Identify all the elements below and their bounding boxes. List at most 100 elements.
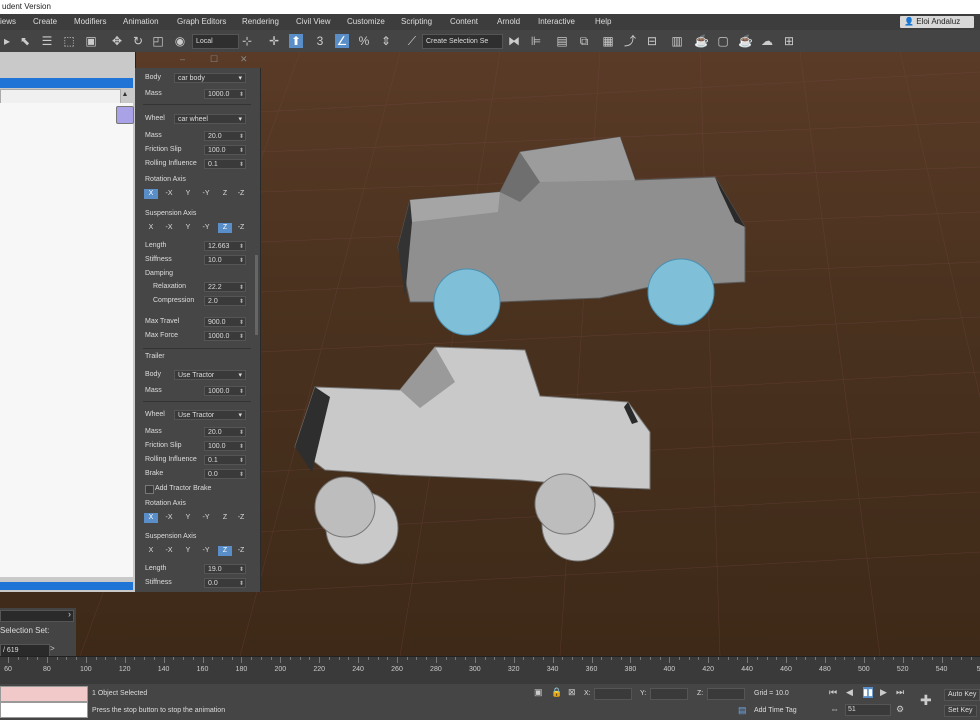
isolate-selection-icon[interactable]: ▣	[534, 687, 543, 698]
object-list[interactable]	[0, 103, 133, 577]
trailer-suspension-axis-y[interactable]: Y	[181, 546, 195, 556]
rotation-axis-neg-z[interactable]: -Z	[234, 189, 248, 199]
menu-civil-view[interactable]: Civil View	[296, 14, 331, 30]
rotation-axis-x[interactable]: X	[144, 189, 158, 199]
render-iterative-icon[interactable]: ☁	[760, 34, 774, 48]
render-setup-icon[interactable]: ☕	[694, 34, 709, 48]
max-travel-spinner[interactable]: 900.0	[204, 317, 246, 328]
window-crossing-icon[interactable]: ▣	[84, 34, 98, 48]
auto-key-button[interactable]: Auto Key	[944, 689, 980, 701]
max-force-spinner[interactable]: 1000.0	[204, 331, 246, 342]
previous-frame-icon[interactable]: ◀	[846, 687, 853, 698]
rotation-axis-neg-y[interactable]: -Y	[199, 189, 213, 199]
trailer-rotation-axis-neg-x[interactable]: -X	[162, 513, 176, 523]
render-activeshade-icon[interactable]: ⊞	[782, 34, 796, 48]
current-frame-field[interactable]: 51	[845, 704, 891, 716]
rotation-axis-z[interactable]: Z	[218, 189, 232, 199]
stop-icon[interactable]: ▮▮	[863, 687, 873, 698]
mirror-icon[interactable]: ⧓	[507, 34, 521, 48]
percent-snap-icon[interactable]: %	[357, 34, 371, 48]
snaps-toggle-icon[interactable]: 3	[313, 34, 327, 48]
menu-customize[interactable]: Customize	[347, 14, 385, 30]
x-coordinate-field[interactable]	[594, 688, 632, 700]
trailer-rotation-axis-y[interactable]: Y	[181, 513, 195, 523]
add-time-tag-label[interactable]: Add Time Tag	[754, 707, 797, 714]
menu-content[interactable]: Content	[450, 14, 478, 30]
angle-snap-icon[interactable]: ∠	[335, 34, 349, 48]
trailer-wheel-dropdown[interactable]: Use Tractor	[174, 410, 246, 421]
panel-scrollbar[interactable]	[255, 255, 258, 335]
trailer-stiffness-spinner[interactable]: 0.0	[204, 578, 246, 589]
set-key-button[interactable]: Set Key	[944, 705, 977, 717]
toggle-ribbon-icon[interactable]: ▦	[601, 34, 615, 48]
z-coordinate-field[interactable]	[707, 688, 745, 700]
select-manipulate-icon[interactable]: ✛	[267, 34, 281, 48]
trailer-suspension-axis-neg-y[interactable]: -Y	[199, 546, 213, 556]
minimize-icon[interactable]: –	[180, 54, 185, 64]
layer-explorer-icon[interactable]: ⧉	[577, 34, 591, 48]
trailer-wheel-mass-spinner[interactable]: 20.0	[204, 427, 246, 438]
rotation-axis-y[interactable]: Y	[181, 189, 195, 199]
select-by-name-icon[interactable]: ☰	[40, 34, 54, 48]
mass-spinner[interactable]: 1000.0	[204, 89, 246, 100]
trailer-body-dropdown[interactable]: Use Tractor	[174, 370, 246, 381]
user-account-button[interactable]: 👤 Eloi Andaluz	[900, 16, 974, 28]
named-selection-dropdown[interactable]: Create Selection Se	[422, 34, 503, 49]
reference-coordinate-dropdown[interactable]: Local	[192, 34, 239, 49]
curve-editor-icon[interactable]: ⤴	[623, 34, 637, 48]
move-icon[interactable]: ✥	[110, 34, 124, 48]
set-key-plus-icon[interactable]: ✚	[920, 692, 932, 709]
place-icon[interactable]: ◉	[173, 34, 187, 48]
trailer-rotation-axis-x[interactable]: X	[144, 513, 158, 523]
maximize-icon[interactable]: ☐	[210, 54, 218, 65]
key-mode-toggle-icon[interactable]: ⇔	[830, 704, 839, 714]
maxscript-listener-field[interactable]	[0, 686, 88, 702]
trailer-friction-spinner[interactable]: 100.0	[204, 441, 246, 452]
y-coordinate-field[interactable]	[650, 688, 688, 700]
body-dropdown[interactable]: car body	[174, 73, 246, 84]
scale-icon[interactable]: ◰	[151, 34, 165, 48]
schematic-view-icon[interactable]: ⊟	[645, 34, 659, 48]
relaxation-spinner[interactable]: 22.2	[204, 282, 246, 293]
menu-views[interactable]: iews	[0, 14, 16, 30]
edit-named-selection-icon[interactable]: ⟋	[405, 34, 419, 48]
go-to-end-icon[interactable]: ⏭	[896, 687, 904, 698]
trailer-rolling-spinner[interactable]: 0.1	[204, 455, 246, 466]
menu-arnold[interactable]: Arnold	[497, 14, 520, 30]
keyboard-shortcut-toggle-icon[interactable]: ⬆	[289, 34, 303, 48]
suspension-axis-z[interactable]: Z	[218, 223, 232, 233]
go-to-start-icon[interactable]: ⏮	[829, 687, 837, 698]
trailer-suspension-axis-z[interactable]: Z	[218, 546, 232, 556]
trailer-body-model[interactable]	[294, 346, 651, 490]
rendered-frame-window-icon[interactable]: ▢	[716, 34, 730, 48]
command-field[interactable]	[0, 609, 74, 622]
pivot-center-icon[interactable]: ⊹	[240, 34, 254, 48]
menu-rendering[interactable]: Rendering	[242, 14, 279, 30]
menu-graph-editors[interactable]: Graph Editors	[177, 14, 226, 30]
suspension-axis-neg-y[interactable]: -Y	[199, 223, 213, 233]
undo-icon[interactable]: ▸	[0, 34, 14, 48]
trailer-wheel-rear-back[interactable]	[534, 473, 596, 535]
trailer-brake-spinner[interactable]: 0.0	[204, 469, 246, 480]
trailer-wheel-front-back[interactable]	[314, 476, 376, 538]
menu-modifiers[interactable]: Modifiers	[74, 14, 106, 30]
rectangular-selection-icon[interactable]: ⬚	[62, 34, 76, 48]
rotate-icon[interactable]: ↻	[131, 34, 145, 48]
menu-scripting[interactable]: Scripting	[401, 14, 432, 30]
spinner-snap-icon[interactable]: ⇕	[379, 34, 393, 48]
select-object-icon[interactable]: ⬉	[18, 34, 32, 48]
suspension-axis-x[interactable]: X	[144, 223, 158, 233]
close-icon[interactable]: ✕	[240, 54, 248, 65]
menu-help[interactable]: Help	[595, 14, 611, 30]
next-frame-icon[interactable]: ▶	[880, 687, 887, 698]
trailer-rotation-axis-neg-z[interactable]: -Z	[234, 513, 248, 523]
wheel-mass-spinner[interactable]: 20.0	[204, 131, 246, 142]
time-configuration-icon[interactable]: ⚙	[896, 704, 904, 715]
menu-create[interactable]: Create	[33, 14, 57, 30]
car-wheel-rear[interactable]	[647, 258, 715, 326]
suspension-axis-neg-z[interactable]: -Z	[234, 223, 248, 233]
trailer-suspension-axis-x[interactable]: X	[144, 546, 158, 556]
rolling-influence-spinner[interactable]: 0.1	[204, 159, 246, 170]
menu-animation[interactable]: Animation	[123, 14, 159, 30]
trailer-mass-spinner[interactable]: 1000.0	[204, 386, 246, 397]
